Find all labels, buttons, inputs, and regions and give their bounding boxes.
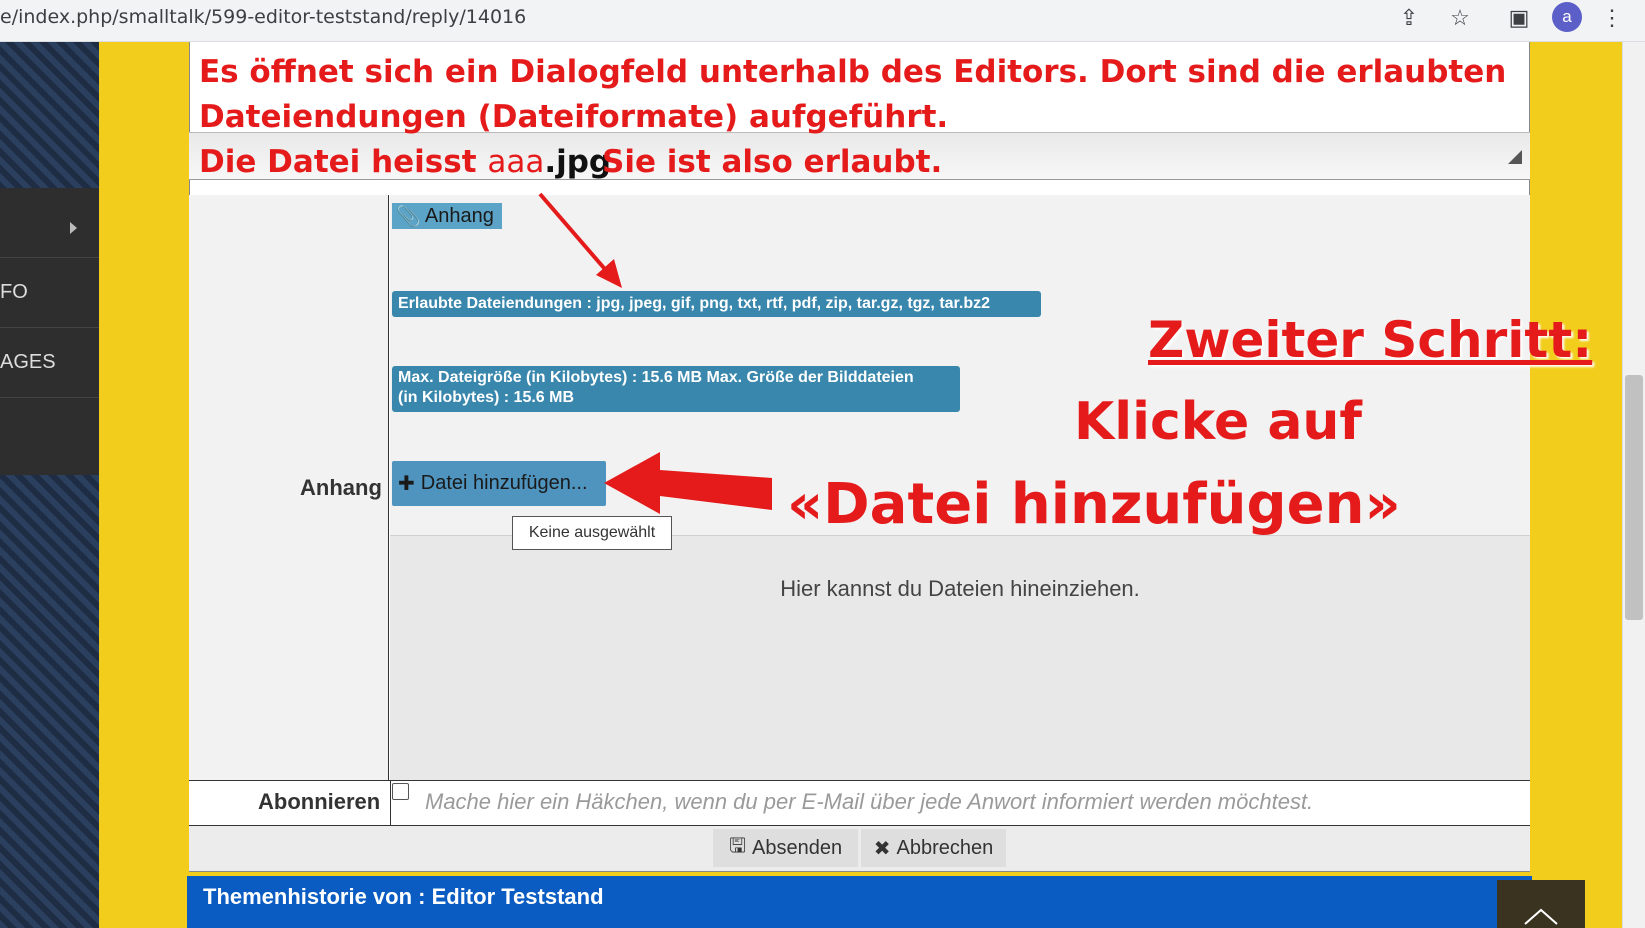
arrow-to-add-file	[604, 452, 772, 514]
arrow-to-extensions	[538, 192, 612, 277]
annotation-arrows	[538, 192, 772, 514]
